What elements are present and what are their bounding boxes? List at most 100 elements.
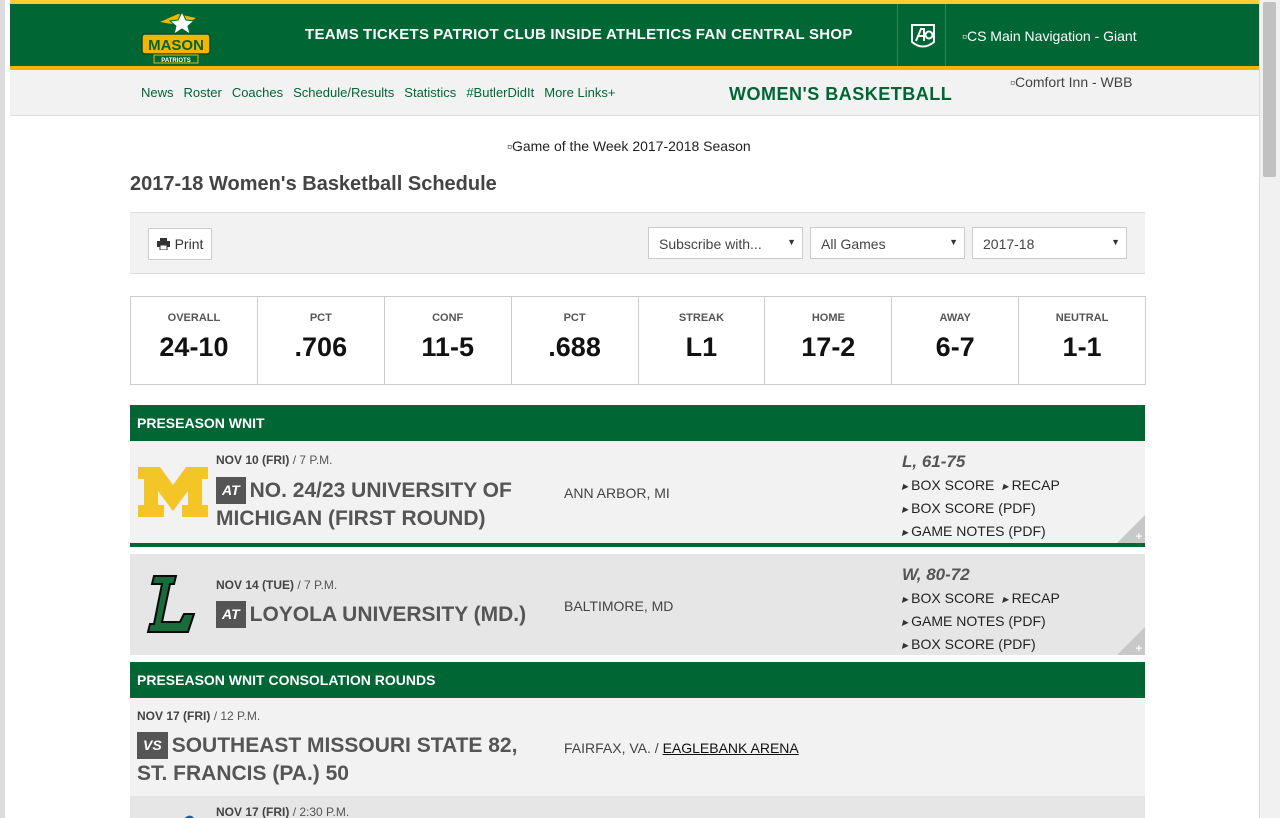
subnav-roster[interactable]: Roster xyxy=(184,85,222,100)
caret-right-icon: ▶ xyxy=(902,505,909,514)
stat-value: .706 xyxy=(294,332,348,362)
logo-text: MASON xyxy=(148,37,204,54)
nav-patriot-club[interactable]: PATRIOT CLUB xyxy=(433,26,546,43)
game-row[interactable]: NOV 10 (FRI) / 7 P.M. AT NO. 24/23 UNIVER… xyxy=(130,441,1145,547)
nav-shop[interactable]: SHOP xyxy=(809,26,853,43)
season-select[interactable]: 2017-18 ▼ xyxy=(972,227,1127,259)
nav-tickets[interactable]: TICKETS xyxy=(363,26,429,43)
game-row[interactable]: NOV 17 (FRI) / 12 P.M. VS SOUTHEAST MISSO… xyxy=(130,698,1145,796)
game-result: L, 61-75 xyxy=(902,452,966,471)
stat-home: HOME 17-2 xyxy=(765,297,893,384)
stat-label: PCT xyxy=(563,312,586,324)
box-score-link[interactable]: ▶ BOX SCORE xyxy=(902,588,994,611)
opponent-line-2: ST. FRANCIS (PA.) 50 xyxy=(137,762,349,785)
nav-fan-central[interactable]: FAN CENTRAL xyxy=(696,26,805,43)
stat-streak: STREAK L1 xyxy=(639,297,766,384)
box-score-pdf-link[interactable]: ▶ BOX SCORE (PDF) xyxy=(902,634,1036,657)
sport-title[interactable]: WOMEN'S BASKETBALL xyxy=(729,84,952,105)
chevron-down-icon: ▼ xyxy=(787,237,796,247)
subnav-statistics[interactable]: Statistics xyxy=(404,85,456,100)
subnav-schedule-results[interactable]: Schedule/Results xyxy=(293,85,394,100)
nav-divider xyxy=(897,4,898,66)
subnav-butlerdidit[interactable]: #ButlerDidIt xyxy=(466,85,534,100)
game-row[interactable]: NOV 17 (FRI) / 2:30 P.M. xyxy=(130,796,1145,818)
atlantic-10-icon[interactable] xyxy=(908,22,938,52)
game-links: ▶ BOX SCORE ▶ RECAP ▶ BOX SCORE (PDF) ▶ GAME … xyxy=(902,475,1068,544)
game-date-text: NOV 10 (FRI) xyxy=(216,453,290,467)
stat-neutral: NEUTRAL 1-1 xyxy=(1019,297,1145,384)
expand-corner-button[interactable]: + xyxy=(1117,627,1145,655)
stat-label: HOME xyxy=(811,312,845,324)
site-header: MASON PATRIOTS TEAMS TICKETS PATRIOT CLU… xyxy=(10,0,1264,70)
main-nav: TEAMS TICKETS PATRIOT CLUB INSIDE ATHLET… xyxy=(305,26,853,43)
record-summary: OVERALL 24-10 PCT .706 CONF 11-5 PCT .688 ST… xyxy=(130,296,1146,385)
caret-right-icon: ▶ xyxy=(902,618,909,627)
stat-value: 6-7 xyxy=(935,332,975,362)
game-opponent[interactable]: VS SOUTHEAST MISSOURI STATE 82, ST. FRANC… xyxy=(137,732,518,786)
subnav-more-links[interactable]: More Links+ xyxy=(544,85,615,100)
stat-overall-pct: PCT .706 xyxy=(258,297,385,384)
sport-subnav: News Roster Coaches Schedule/Results Sta… xyxy=(141,85,615,100)
sponsor-comfort-image[interactable]: ▫Comfort Inn - WBB xyxy=(1010,74,1132,90)
page: MASON PATRIOTS TEAMS TICKETS PATRIOT CLU… xyxy=(0,0,1280,818)
game-notes-pdf-link[interactable]: ▶ GAME NOTES (PDF) xyxy=(902,521,1046,544)
box-score-pdf-link[interactable]: ▶ BOX SCORE (PDF) xyxy=(902,498,1036,521)
location-text: FAIRFAX, VA. / xyxy=(564,740,659,756)
nav-teams[interactable]: TEAMS xyxy=(305,26,359,43)
game-location: ANN ARBOR, MI xyxy=(564,485,670,501)
stat-conf: CONF 11-5 xyxy=(385,297,512,384)
game-time: / 7 P.M. xyxy=(292,453,333,467)
game-of-week-banner[interactable]: ▫Game of the Week 2017-2018 Season xyxy=(507,138,751,154)
subscribe-select[interactable]: Subscribe with... ▼ xyxy=(648,227,803,259)
stat-conf-pct: PCT .688 xyxy=(512,297,639,384)
game-date-text: NOV 14 (TUE) xyxy=(216,578,295,592)
stat-value: 11-5 xyxy=(421,332,474,362)
recap-link[interactable]: ▶ RECAP xyxy=(1002,475,1059,498)
plus-icon: + xyxy=(1135,643,1142,655)
logo-subtext: PATRIOTS xyxy=(161,58,190,64)
stat-overall: OVERALL 24-10 xyxy=(131,297,258,384)
caret-right-icon: ▶ xyxy=(902,482,909,491)
home-badge: VS xyxy=(137,732,168,759)
game-row[interactable]: NOV 14 (TUE) / 7 P.M. AT LOYOLA UNIVERSIT… xyxy=(130,554,1145,655)
subnav-coaches[interactable]: Coaches xyxy=(232,85,283,100)
box-score-link[interactable]: ▶ BOX SCORE xyxy=(902,475,994,498)
stat-label: AWAY xyxy=(939,312,971,324)
game-opponent[interactable]: AT NO. 24/23 UNIVERSITY OF MICHIGAN (FIRS… xyxy=(216,477,512,531)
michigan-logo xyxy=(138,467,208,517)
venue-link[interactable]: EAGLEBANK ARENA xyxy=(663,740,799,756)
caret-right-icon: ▶ xyxy=(902,528,909,537)
expand-corner-button[interactable]: + xyxy=(1117,515,1145,543)
loyola-logo xyxy=(146,575,196,633)
mason-patriots-logo[interactable]: MASON PATRIOTS xyxy=(140,12,212,66)
printer-icon xyxy=(156,238,170,250)
game-date-text: NOV 17 (FRI) xyxy=(216,805,290,818)
caret-right-icon: ▶ xyxy=(902,595,909,604)
opponent-line-1: LOYOLA UNIVERSITY (MD.) xyxy=(249,603,527,626)
stat-away: AWAY 6-7 xyxy=(892,297,1020,384)
game-date-text: NOV 17 (FRI) xyxy=(137,709,211,723)
game-opponent[interactable]: AT LOYOLA UNIVERSITY (MD.) xyxy=(216,601,527,630)
vertical-scrollbar[interactable] xyxy=(1259,0,1280,818)
chevron-down-icon: ▼ xyxy=(949,237,958,247)
plus-icon: + xyxy=(1135,531,1142,543)
game-time: / 12 P.M. xyxy=(213,709,261,723)
game-filter-select[interactable]: All Games ▼ xyxy=(810,227,965,259)
game-links: ▶ BOX SCORE ▶ RECAP ▶ GAME NOTES (PDF) ▶ BOX … xyxy=(902,588,1068,657)
season-select-value: 2017-18 xyxy=(983,236,1035,252)
schedule-toolbar: Print Subscribe with... ▼ All Games ▼ 20… xyxy=(130,212,1145,274)
scrollbar-thumb[interactable] xyxy=(1263,2,1276,177)
print-button[interactable]: Print xyxy=(148,228,212,260)
caret-right-icon: ▶ xyxy=(1002,595,1009,604)
caret-right-icon: ▶ xyxy=(1002,482,1009,491)
opponent-line-1: SOUTHEAST MISSOURI STATE 82, xyxy=(171,734,518,757)
nav-inside-athletics[interactable]: INSIDE ATHLETICS xyxy=(550,26,691,43)
game-filter-select-value: All Games xyxy=(821,236,886,252)
away-badge: AT xyxy=(216,601,246,628)
subnav-news[interactable]: News xyxy=(141,85,174,100)
game-notes-pdf-link[interactable]: ▶ GAME NOTES (PDF) xyxy=(902,611,1046,634)
game-result: W, 80-72 xyxy=(902,565,970,584)
sponsor-comfort-alt: Comfort Inn - WBB xyxy=(1014,74,1133,90)
recap-link[interactable]: ▶ RECAP xyxy=(1002,588,1059,611)
sponsor-giant-image[interactable]: ▫CS Main Navigation - Giant xyxy=(962,28,1137,44)
